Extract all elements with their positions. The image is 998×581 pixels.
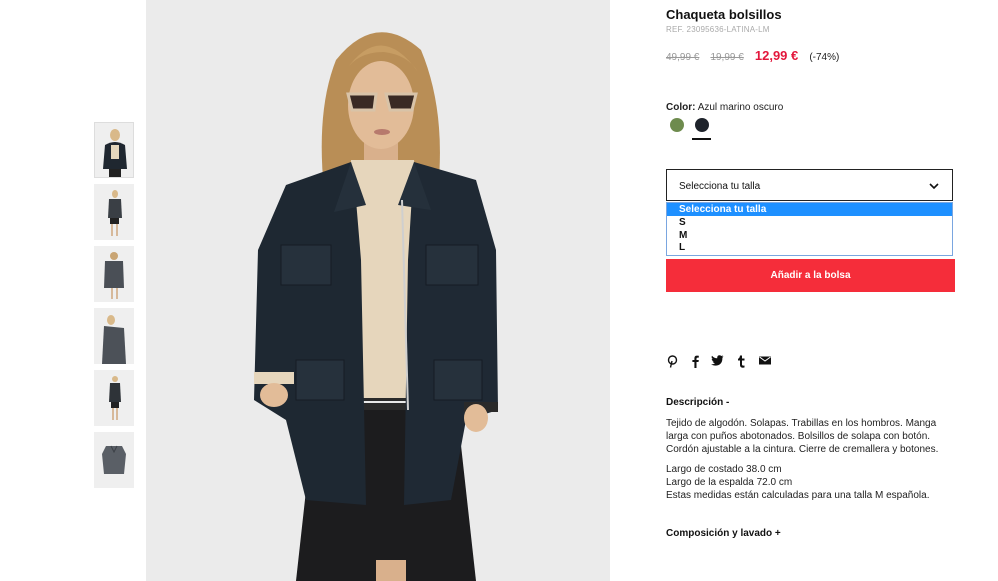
measure-note: Estas medidas están calculadas para una … bbox=[666, 490, 930, 501]
selected-swatch-indicator bbox=[692, 138, 711, 140]
thumbnail-2[interactable] bbox=[94, 184, 134, 240]
description-text: Tejido de algodón. Solapas. Trabillas en… bbox=[666, 418, 939, 455]
description-toggle[interactable]: Descripción - bbox=[666, 397, 729, 408]
color-value: Azul marino oscuro bbox=[697, 102, 784, 113]
previous-price: 19,99 € bbox=[710, 52, 744, 63]
color-swatch-green[interactable] bbox=[670, 118, 684, 132]
thumbnail-gallery bbox=[94, 122, 134, 494]
chevron-down-icon bbox=[928, 179, 940, 197]
product-reference: REF. 23095636-LATINA-LM bbox=[666, 25, 770, 34]
thumbnail-6[interactable] bbox=[94, 432, 134, 488]
thumbnail-5[interactable] bbox=[94, 370, 134, 426]
email-icon[interactable] bbox=[759, 355, 771, 369]
size-dropdown-list: Selecciona tu talla S M L bbox=[666, 202, 953, 256]
size-option-l[interactable]: L bbox=[667, 241, 952, 254]
color-label-row: Color: Azul marino oscuro bbox=[666, 102, 783, 113]
current-price: 12,99 € bbox=[754, 48, 799, 63]
price-block: 49,99 € 19,99 € 12,99 € (-74%) bbox=[666, 48, 839, 63]
original-price: 49,99 € bbox=[666, 52, 700, 63]
color-label: Color: bbox=[666, 102, 696, 113]
add-to-bag-button[interactable]: Añadir a la bolsa bbox=[666, 259, 955, 292]
thumbnail-1[interactable] bbox=[94, 122, 134, 178]
product-title: Chaqueta bolsillos bbox=[666, 7, 782, 22]
tumblr-icon[interactable] bbox=[735, 355, 747, 369]
size-option-m[interactable]: M bbox=[667, 229, 952, 242]
main-product-image[interactable] bbox=[146, 0, 610, 581]
composition-toggle[interactable]: Composición y lavado + bbox=[666, 528, 781, 539]
color-swatch-navy[interactable] bbox=[695, 118, 709, 132]
thumbnail-4[interactable] bbox=[94, 308, 134, 364]
measure-side-length: Largo de costado 38.0 cm bbox=[666, 464, 782, 475]
description-body: Tejido de algodón. Solapas. Trabillas en… bbox=[666, 417, 958, 502]
facebook-icon[interactable] bbox=[689, 355, 701, 369]
thumbnail-3[interactable] bbox=[94, 246, 134, 302]
size-select-value: Selecciona tu talla bbox=[679, 181, 761, 192]
twitter-icon[interactable] bbox=[711, 355, 724, 369]
size-option-s[interactable]: S bbox=[667, 216, 952, 229]
pinterest-icon[interactable] bbox=[666, 355, 678, 369]
size-option-placeholder[interactable]: Selecciona tu talla bbox=[667, 203, 952, 216]
measure-back-length: Largo de la espalda 72.0 cm bbox=[666, 477, 793, 488]
discount-badge: (-74%) bbox=[809, 52, 840, 63]
size-select[interactable]: Selecciona tu talla bbox=[666, 169, 953, 201]
